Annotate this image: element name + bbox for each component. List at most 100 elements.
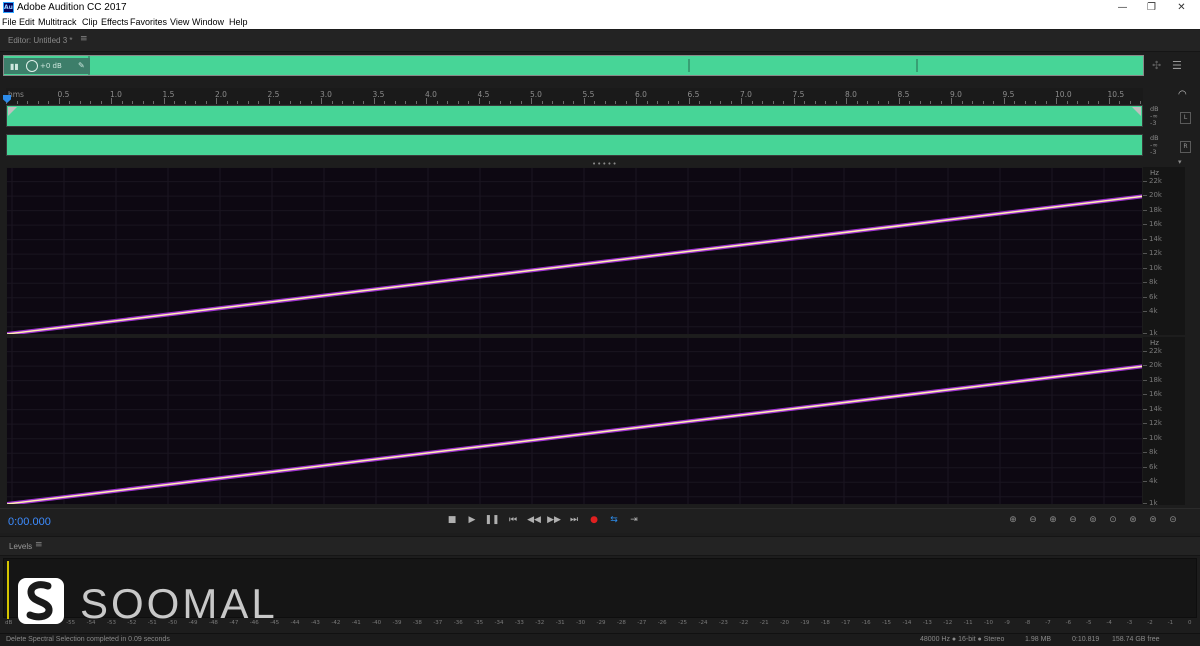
ruler-tick (1077, 101, 1078, 104)
editor-tab[interactable]: Editor: Untitled 3 * (8, 36, 72, 45)
ruler-tick (751, 101, 753, 104)
soomal-logo (18, 578, 64, 624)
ruler-tick (825, 101, 826, 104)
db-scale-label: -55 (66, 620, 76, 626)
db-scale-label: -41 (351, 620, 361, 626)
ruler-tick (709, 101, 711, 104)
ruler-tick (258, 101, 259, 104)
zoom-selection-icon[interactable]: ⊛ (1125, 515, 1141, 525)
zoom-in-amplitude-icon[interactable]: ⊕ (1005, 515, 1021, 525)
ruler-tick (667, 101, 669, 104)
pin-icon[interactable]: ✎ (78, 61, 85, 70)
ruler-tick (678, 101, 679, 104)
hz-label: 22k (1149, 176, 1162, 185)
hz-tick (1143, 253, 1147, 255)
hz-label: 4k (1149, 477, 1158, 486)
menu-help[interactable]: Help (229, 17, 248, 27)
ruler-tick (1098, 101, 1099, 104)
spectral-display-left[interactable] (6, 167, 1143, 335)
menu-window[interactable]: Window (192, 17, 224, 27)
levels-tab[interactable]: Levels (9, 542, 32, 551)
hz-tick (1143, 195, 1147, 197)
panel-menu-icon[interactable]: ≡ (80, 34, 88, 44)
ruler-tick (489, 101, 490, 104)
hz-tick (1143, 394, 1147, 396)
db-scale-label: -11 (963, 620, 973, 626)
zoom-out-amplitude-icon[interactable]: ⊖ (1025, 515, 1041, 525)
panel-layout-icon[interactable]: ☰ (1172, 59, 1182, 72)
ruler-tick (541, 101, 543, 104)
ruler-tick (457, 101, 459, 104)
waveform-channel-left[interactable] (6, 105, 1143, 127)
db-scale-label: -5 (1086, 620, 1092, 626)
levels-menu-icon[interactable]: ≡ (35, 540, 43, 550)
ruler-tick (1056, 98, 1057, 104)
waveform-channel-right[interactable] (6, 134, 1143, 156)
timecode-display[interactable]: 0:00.000 (8, 516, 51, 528)
menu-edit[interactable]: Edit (19, 17, 35, 27)
record-button[interactable]: ● (586, 515, 602, 525)
ruler-tick (163, 98, 165, 104)
file-duration: 0:10.819 (1072, 636, 1100, 643)
menu-file[interactable]: File (2, 17, 17, 27)
hz-label: 12k (1149, 249, 1162, 258)
db-scale-label: -10 (984, 620, 994, 626)
go-to-start-button[interactable]: ⏮ (505, 515, 521, 525)
pause-button[interactable]: ❚❚ (484, 515, 500, 525)
db-scale-label: -3 (1126, 620, 1133, 626)
ruler-tick (205, 101, 207, 104)
headphones-icon[interactable]: ◠ (1178, 89, 1187, 100)
ruler-tick (657, 101, 658, 104)
ruler-tick (352, 101, 354, 104)
ruler-tick (426, 98, 427, 104)
go-to-end-button[interactable]: ⏭ (566, 515, 582, 525)
rewind-button[interactable]: ◀◀ (526, 515, 542, 525)
audio-format: 48000 Hz ● 16-bit ● Stereo (920, 636, 1005, 643)
fade-out-handle[interactable] (1132, 107, 1141, 116)
zoom-in-point-icon[interactable]: ⊙ (1105, 515, 1121, 525)
ruler-tick (499, 101, 501, 104)
skip-selection-button[interactable]: ⇥ (626, 515, 642, 525)
ruler-label: 10.0 (1055, 90, 1072, 99)
fast-forward-button[interactable]: ▶▶ (546, 515, 562, 525)
close-button[interactable]: ✕ (1164, 0, 1199, 16)
collapse-arrow-icon[interactable]: ▾ (1178, 158, 1182, 166)
loop-playback-button[interactable]: ⇆ (606, 515, 622, 525)
zoom-navigator-icon[interactable]: ✣ (1152, 59, 1161, 72)
fade-in-handle[interactable] (8, 107, 17, 116)
ruler-tick (741, 98, 742, 104)
left-channel-button[interactable]: L (1180, 112, 1191, 124)
timeline-ruler[interactable]: hms 0.5 1.0 1.5 2.0 2.5 3.0 3.5 4.0 4.5 5.0 5.5 6.0… (6, 88, 1143, 104)
zoom-fit-icon[interactable]: ⊝ (1165, 515, 1181, 525)
menu-view[interactable]: View (170, 17, 189, 27)
ruler-tick (1108, 98, 1110, 104)
menu-clip[interactable]: Clip (82, 17, 98, 27)
ruler-tick (552, 101, 553, 104)
hz-tick (1143, 267, 1147, 269)
hz-tick (1143, 350, 1147, 352)
spectral-background (7, 168, 1142, 334)
db-scale-label: -14 (902, 620, 912, 626)
hz-label: 22k (1149, 346, 1162, 355)
zoom-to-selection-icon[interactable]: ⊜ (1145, 515, 1161, 525)
hz-label: 4k (1149, 307, 1158, 316)
menu-effects[interactable]: Effects (101, 17, 128, 27)
zoom-in-time-icon[interactable]: ⊕ (1045, 515, 1061, 525)
hz-label: 8k (1149, 448, 1158, 457)
hz-tick (1143, 503, 1147, 504)
stop-button[interactable]: ■ (444, 515, 460, 525)
hz-label: 20k (1149, 361, 1162, 370)
volume-knob[interactable] (26, 60, 38, 72)
right-channel-button[interactable]: R (1180, 141, 1191, 153)
zoom-out-full-icon[interactable]: ⊚ (1085, 515, 1101, 525)
ruler-tick (720, 101, 721, 104)
db-scale-label: -44 (290, 620, 300, 626)
play-button[interactable]: ▶ (464, 515, 480, 525)
menu-favorites[interactable]: Favorites (130, 17, 167, 27)
db-scale-label: -19 (800, 620, 810, 626)
spectral-display-right[interactable] (6, 337, 1143, 505)
zoom-out-time-icon[interactable]: ⊖ (1065, 515, 1081, 525)
overview-navigator[interactable] (3, 55, 1144, 76)
ruler-tick (394, 101, 396, 104)
menu-multitrack[interactable]: Multitrack (38, 17, 77, 27)
